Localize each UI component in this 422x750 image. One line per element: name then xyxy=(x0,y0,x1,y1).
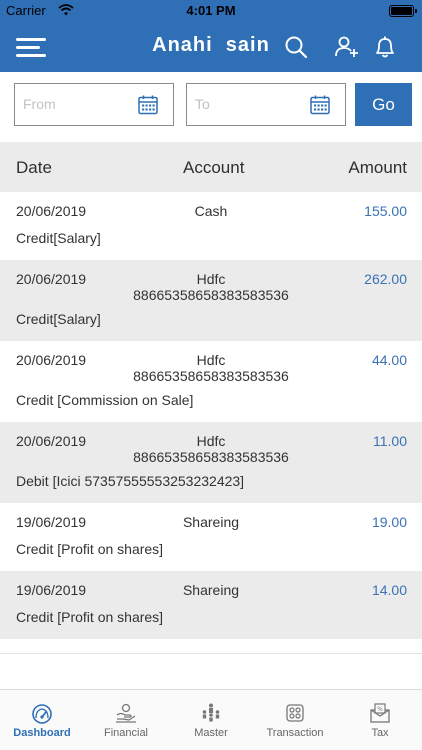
row-amount: 14.00 xyxy=(371,582,407,598)
row-account-name: Hdfc xyxy=(196,352,226,368)
transaction-list: 20/06/2019 Cash 155.00 Credit[Salary] 20… xyxy=(0,192,422,639)
row-date: 20/06/2019 xyxy=(16,271,87,287)
svg-text:%: % xyxy=(377,706,383,713)
row-date: 19/06/2019 xyxy=(16,582,87,598)
row-account: Cash xyxy=(95,203,327,219)
calendar-icon[interactable] xyxy=(137,94,159,116)
row-account-name: Shareing xyxy=(182,514,240,530)
table-row[interactable]: 20/06/2019 Hdfc 88665358658383583536 11.0… xyxy=(0,422,422,503)
table-row[interactable]: 20/06/2019 Cash 155.00 Credit[Salary] xyxy=(0,192,422,260)
dashboard-icon xyxy=(32,704,52,724)
date-filter-bar: From To Go xyxy=(0,72,422,132)
table-row[interactable]: 20/06/2019 Hdfc 88665358658383583536 44.0… xyxy=(0,341,422,422)
row-account: Hdfc 88665358658383583536 xyxy=(95,433,327,465)
row-description: Credit [Profit on shares] xyxy=(16,541,164,557)
to-placeholder: To xyxy=(195,96,210,112)
row-amount: 19.00 xyxy=(371,514,407,530)
search-icon[interactable] xyxy=(283,34,309,60)
tab-label: Tax xyxy=(371,727,389,739)
tab-label: Financial xyxy=(103,727,149,739)
bell-icon[interactable] xyxy=(372,34,398,60)
row-account-number: 88665358658383583536 xyxy=(133,449,289,465)
financial-icon xyxy=(116,703,136,723)
transaction-icon xyxy=(286,704,304,722)
app-header: Anahi sain xyxy=(0,22,422,72)
tab-transaction[interactable]: Transaction xyxy=(253,690,337,750)
master-icon xyxy=(202,703,220,722)
hamburger-menu-icon[interactable] xyxy=(14,34,48,60)
column-header-account: Account xyxy=(183,158,245,177)
tab-financial[interactable]: Financial xyxy=(84,690,168,750)
battery-icon xyxy=(389,5,417,17)
status-bar: Carrier 4:01 PM xyxy=(0,0,422,22)
row-account-name: Cash xyxy=(194,203,228,219)
row-account-number: 88665358658383583536 xyxy=(133,287,289,303)
row-account: Hdfc 88665358658383583536 xyxy=(95,271,327,303)
row-description: Credit [Profit on shares] xyxy=(16,609,164,625)
tab-master[interactable]: Master xyxy=(169,690,253,750)
row-account: Shareing xyxy=(95,582,327,598)
row-amount: 11.00 xyxy=(373,433,407,449)
row-amount: 44.00 xyxy=(371,352,407,368)
row-date: 20/06/2019 xyxy=(16,433,87,449)
row-account-name: Hdfc xyxy=(196,433,226,449)
row-description: Credit[Salary] xyxy=(16,230,101,246)
table-header: Date Account Amount xyxy=(0,142,422,192)
row-description: Debit [Icici 57357555553253232423] xyxy=(16,473,245,489)
to-date-input[interactable]: To xyxy=(186,83,346,126)
row-date: 20/06/2019 xyxy=(16,203,87,219)
from-placeholder: From xyxy=(23,96,56,112)
row-account-name: Shareing xyxy=(182,582,240,598)
list-end-divider xyxy=(0,653,422,654)
column-header-date: Date xyxy=(16,158,52,177)
row-description: Credit[Salary] xyxy=(16,311,101,327)
tax-icon: % xyxy=(370,703,390,723)
bottom-tab-bar: Dashboard Financial Master Transaction %… xyxy=(0,689,422,750)
row-amount: 155.00 xyxy=(364,203,407,219)
tab-tax[interactable]: % Tax xyxy=(338,690,422,750)
tab-label: Transaction xyxy=(266,727,324,739)
row-date: 19/06/2019 xyxy=(16,514,87,530)
table-row[interactable]: 19/06/2019 Shareing 14.00 Credit [Profit… xyxy=(0,571,422,639)
go-button[interactable]: Go xyxy=(355,83,412,126)
row-amount: 262.00 xyxy=(364,271,407,287)
calendar-icon[interactable] xyxy=(309,94,331,116)
tab-label: Dashboard xyxy=(13,727,71,739)
row-account-number: 88665358658383583536 xyxy=(133,368,289,384)
row-date: 20/06/2019 xyxy=(16,352,87,368)
tab-dashboard[interactable]: Dashboard xyxy=(0,690,84,750)
row-account: Shareing xyxy=(95,514,327,530)
status-time: 4:01 PM xyxy=(186,3,236,18)
tab-label: Master xyxy=(194,727,228,739)
row-description: Credit [Commission on Sale] xyxy=(16,392,194,408)
from-date-input[interactable]: From xyxy=(14,83,174,126)
add-user-icon[interactable] xyxy=(334,34,360,60)
row-account-name: Hdfc xyxy=(196,271,226,287)
column-header-amount: Amount xyxy=(348,158,407,177)
table-row[interactable]: 20/06/2019 Hdfc 88665358658383583536 262.… xyxy=(0,260,422,341)
row-account: Hdfc 88665358658383583536 xyxy=(95,352,327,384)
table-row[interactable]: 19/06/2019 Shareing 19.00 Credit [Profit… xyxy=(0,503,422,571)
